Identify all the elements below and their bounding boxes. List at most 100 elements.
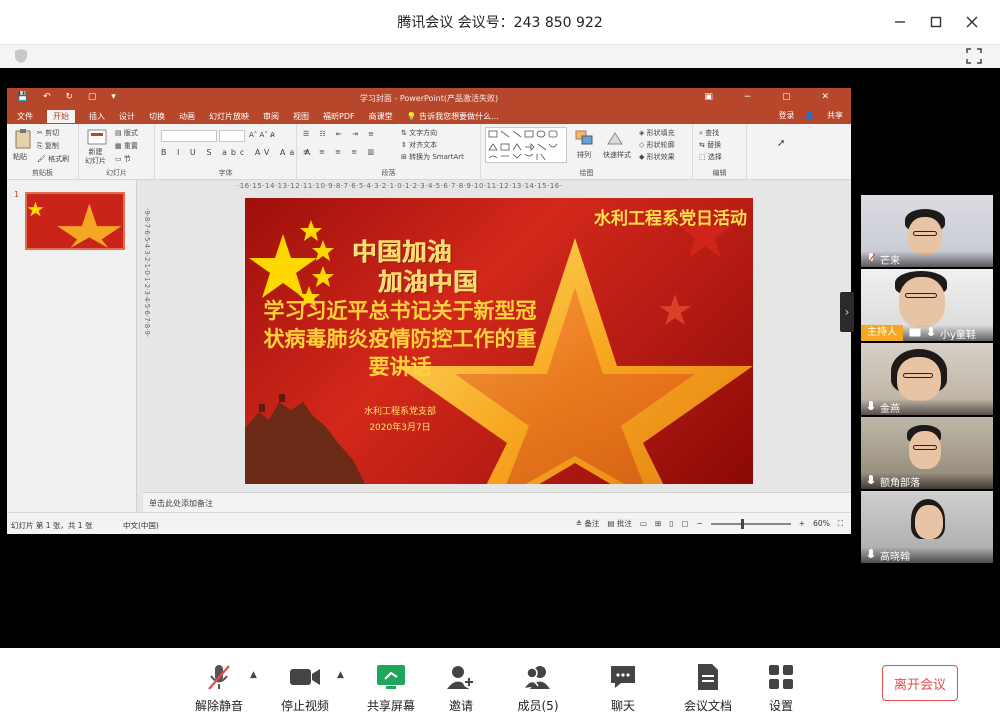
smartart-button[interactable]: ⊞ 转换为 SmartArt [401,152,464,162]
shape-fill-button[interactable]: ◈ 形状填充 [639,128,675,138]
security-shield-icon[interactable] [14,48,28,68]
ppt-tell-me[interactable]: 💡 告诉我您想要做什么... [407,111,513,122]
find-button[interactable]: ⌕ 查找 [699,128,719,138]
meeting-docs-button[interactable]: 会议文档 [673,662,743,714]
ppt-login[interactable]: 登录 [778,110,794,121]
maximize-icon[interactable] [918,10,954,34]
settings-button[interactable]: 设置 [746,662,816,714]
new-slide-icon[interactable] [87,128,107,146]
stop-video-button[interactable]: 停止视频 [270,662,340,714]
ribbon-group-clipboard: 粘贴 ✂ 剪切 ⎘ 复制 🖌 格式刷 剪贴板 [7,124,79,180]
slide-canvas[interactable]: 水利工程系党日活动 中国加油 加油中国 学习习近平总书记关于新型冠状病毒肺炎疫情… [245,198,753,484]
view-normal-icon[interactable]: ▭ [640,519,647,528]
copy-label: 复制 [44,142,59,150]
status-right-controls: ≜ 备注 ▤ 批注 ▭ ⊞ ▯ ▢ − + 60% ⛶ [576,518,843,529]
ppt-tab-animations[interactable]: 动画 [179,111,195,122]
leave-meeting-button[interactable]: 离开会议 [882,665,958,701]
collapse-participants-icon[interactable]: › [840,292,854,332]
window-controls [882,10,990,34]
participant-tile[interactable]: 芒来 [861,195,993,267]
align-text-button[interactable]: ⇕ 对齐文本 [401,140,437,150]
shape-effects-label: 形状效果 [646,153,675,161]
participant-tile[interactable]: 额角部落 [861,417,993,489]
replace-button[interactable]: ⇆ 替换 [699,140,721,150]
view-reading-icon[interactable]: ▯ [669,519,673,528]
close-icon[interactable] [954,10,990,34]
ppt-share[interactable]: 👤 共享 [804,110,843,121]
arrange-icon[interactable] [575,130,595,146]
ppt-tab-design[interactable]: 设计 [119,111,135,122]
zoom-level[interactable]: 60% [813,519,830,528]
format-painter-button[interactable]: 🖌 格式刷 [37,154,69,164]
quick-styles-icon[interactable] [605,130,625,146]
participant-name: 额角部落 [880,477,920,489]
members-button[interactable]: 成员(5) [503,662,573,714]
notes-pane[interactable]: 单击此处添加备注 [143,492,851,512]
copy-button[interactable]: ⎘ 复制 [37,141,59,151]
audio-options-caret-icon[interactable]: ▲ [250,670,257,680]
fullscreen-icon[interactable] [966,48,982,68]
font-grow-shrink-buttons[interactable]: A˄ A˅ A̷ [249,131,275,139]
slide-thumbnail[interactable] [25,192,125,250]
share-screen-button[interactable]: 共享屏幕 [356,662,426,714]
zoom-out-icon[interactable]: − [696,519,702,528]
shape-effects-button[interactable]: ◆ 形状效果 [639,152,675,162]
participant-tile[interactable]: 主持人 小y童鞋 [861,269,993,341]
paste-icon[interactable] [13,128,33,150]
invite-button[interactable]: 邀请 [426,662,496,714]
font-size-box[interactable] [219,130,245,142]
new-slide-label[interactable]: 新建 幻灯片 [85,148,106,166]
shape-outline-label: 形状轮廓 [646,141,675,149]
comments-toggle-button[interactable]: ▤ 批注 [607,518,631,529]
align-buttons[interactable]: ≡ ≡ ≡ ≡ ▥ [303,148,378,156]
unmute-button[interactable]: 解除静音 [184,662,254,714]
ppt-tab-transitions[interactable]: 切换 [149,111,165,122]
ppt-tab-file[interactable]: 文件 [17,111,33,122]
shape-outline-button[interactable]: ◇ 形状轮廓 [639,140,675,150]
participant-name-bar: 高晓翰 [861,547,993,563]
zoom-in-icon[interactable]: + [799,519,805,528]
section-label: 节 [123,155,131,163]
video-options-caret-icon[interactable]: ▲ [337,670,344,680]
mic-icon [927,327,935,336]
ppt-tab-classroom[interactable]: 商课堂 [369,111,393,122]
arrange-label[interactable]: 排列 [577,150,591,160]
fit-to-window-icon[interactable]: ⛶ [838,519,843,529]
format-painter-label: 格式刷 [48,155,70,163]
cut-button[interactable]: ✂ 剪切 [37,128,59,138]
notes-toggle-button[interactable]: ≜ 备注 [576,518,600,529]
slide-cheer-line2: 加油中国 [379,268,479,296]
chat-button[interactable]: 聊天 [588,662,658,714]
select-button[interactable]: ⬚ 选择 [699,152,722,162]
ppt-tab-review[interactable]: 审阅 [263,111,279,122]
minimize-icon[interactable] [882,10,918,34]
ppt-tab-insert[interactable]: 插入 [89,111,105,122]
find-label: 查找 [705,129,720,137]
reset-button[interactable]: ▦ 重置 [115,141,138,151]
text-direction-button[interactable]: ⇅ 文字方向 [401,128,437,138]
quick-styles-label[interactable]: 快速样式 [603,150,631,160]
ppt-tab-view[interactable]: 视图 [293,111,309,122]
font-format-buttons[interactable]: B I U S abc AV Aa A [161,148,314,157]
participant-face [897,357,941,401]
section-button[interactable]: ▭ 节 [115,154,131,164]
view-slideshow-icon[interactable]: ▢ [681,519,688,528]
ppt-tab-home[interactable]: 开始 [47,109,75,123]
list-buttons[interactable]: ☰ ☷ ⇤ ⇥ ≡ [303,130,378,138]
shapes-gallery[interactable] [485,127,567,163]
participant-tile[interactable]: 金燕 [861,343,993,415]
zoom-slider[interactable] [710,518,791,529]
layout-button[interactable]: ▤ 版式 [115,128,138,138]
align-text-label: 对齐文本 [409,141,438,149]
tencent-meeting-window: { "window": { "title": "腾讯会议 会议号：243 850… [0,0,1000,720]
ppt-tab-foxit-pdf[interactable]: 福昕PDF [323,111,355,122]
zoom-slider-thumb[interactable] [740,518,744,529]
ppt-tab-slideshow[interactable]: 幻灯片放映 [209,111,249,122]
participant-tile[interactable]: 高晓翰 [861,491,993,563]
font-group-label: 字体 [218,169,233,177]
participant-glasses [903,373,933,378]
view-sorter-icon[interactable]: ⊞ [655,519,661,528]
participant-glasses [913,445,937,450]
paste-label[interactable]: 粘贴 [13,152,27,162]
font-name-box[interactable] [161,130,217,142]
